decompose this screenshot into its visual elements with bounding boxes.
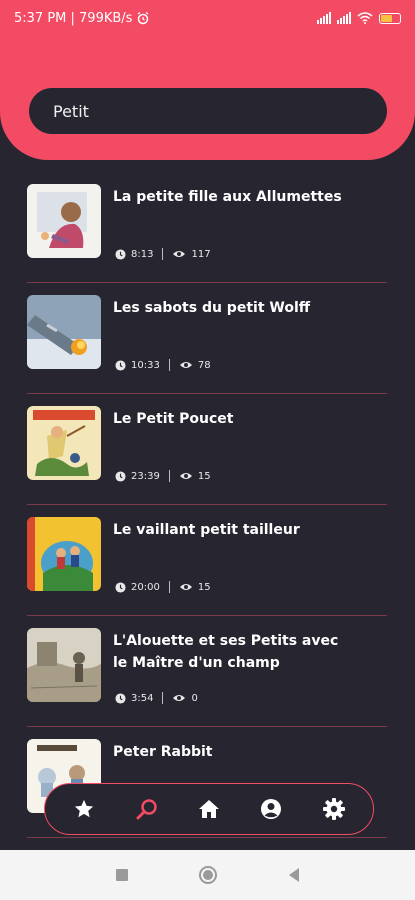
story-duration: 8:13 <box>131 248 154 260</box>
story-duration: 10:33 <box>131 359 160 371</box>
alarm-icon <box>138 11 149 25</box>
eye-icon <box>179 473 192 479</box>
clock-icon <box>115 470 126 482</box>
story-meta: 8:13 117 <box>115 248 211 260</box>
story-thumbnail <box>27 295 101 369</box>
story-thumbnail <box>27 517 101 591</box>
story-views: 15 <box>197 581 211 593</box>
story-thumbnail <box>27 406 101 480</box>
story-meta: 23:39 15 <box>115 470 211 482</box>
clock-icon <box>115 692 126 704</box>
list-item[interactable]: La petite fille aux Allumettes 8:13 117 <box>27 172 387 283</box>
status-bar: 5:37 PM | 799KB/s <box>0 0 415 36</box>
back-icon[interactable] <box>287 867 301 883</box>
story-views: 0 <box>191 692 198 704</box>
account-icon <box>261 799 282 819</box>
meta-divider <box>168 470 170 482</box>
story-title: Peter Rabbit <box>113 744 213 760</box>
story-title: Le vaillant petit tailleur <box>113 522 300 538</box>
story-views: 15 <box>197 470 211 482</box>
star-icon <box>75 799 94 818</box>
clock-icon <box>115 248 126 260</box>
story-thumbnail <box>27 184 101 258</box>
search-input[interactable]: Petit <box>29 88 387 134</box>
nav-account-button[interactable] <box>255 793 287 825</box>
story-meta: 20:00 15 <box>115 581 211 593</box>
clock-icon <box>115 581 126 593</box>
search-icon <box>136 799 157 820</box>
battery-icon <box>379 12 401 24</box>
search-input-value: Petit <box>53 101 89 121</box>
home-system-icon[interactable] <box>198 865 218 885</box>
signal-2-icon <box>337 12 351 24</box>
results-list: La petite fille aux Allumettes 8:13 117 … <box>0 172 415 838</box>
list-item[interactable]: L'Alouette et ses Petits avec le Maître … <box>27 616 387 727</box>
story-thumbnail <box>27 628 101 702</box>
wifi-icon <box>357 12 373 24</box>
clock-icon <box>115 359 126 371</box>
nav-home-button[interactable] <box>193 793 225 825</box>
nav-settings-button[interactable] <box>318 793 350 825</box>
settings-icon <box>322 798 345 820</box>
header: Petit <box>0 36 415 160</box>
eye-icon <box>173 695 186 701</box>
meta-divider <box>162 248 164 260</box>
story-meta: 10:33 78 <box>115 359 211 371</box>
list-item[interactable]: Les sabots du petit Wolff 10:33 78 <box>27 283 387 394</box>
home-icon <box>198 800 219 818</box>
meta-divider <box>168 359 170 371</box>
story-duration: 3:54 <box>131 692 154 704</box>
story-meta: 3:54 0 <box>115 692 198 704</box>
nav-search-button[interactable] <box>131 793 163 825</box>
eye-icon <box>173 251 186 257</box>
list-item[interactable]: Le vaillant petit tailleur 20:00 15 <box>27 505 387 616</box>
list-item[interactable]: Le Petit Poucet 23:39 15 <box>27 394 387 505</box>
story-duration: 20:00 <box>131 581 160 593</box>
story-views: 78 <box>197 359 211 371</box>
bottom-nav <box>44 783 374 835</box>
story-duration: 23:39 <box>131 470 160 482</box>
story-title: L'Alouette et ses Petits avec le Maître … <box>113 633 339 671</box>
meta-divider <box>162 692 164 704</box>
eye-icon <box>179 584 192 590</box>
nav-favorites-button[interactable] <box>68 793 100 825</box>
recents-icon[interactable] <box>115 868 129 882</box>
story-views: 117 <box>191 248 211 260</box>
status-time: 5:37 PM | 799KB/s <box>14 10 133 26</box>
meta-divider <box>168 581 170 593</box>
signal-icon <box>317 12 331 24</box>
eye-icon <box>179 362 192 368</box>
system-nav-bar <box>0 850 415 900</box>
story-title: Le Petit Poucet <box>113 411 234 427</box>
story-title: La petite fille aux Allumettes <box>113 189 342 205</box>
story-title: Les sabots du petit Wolff <box>113 300 311 316</box>
